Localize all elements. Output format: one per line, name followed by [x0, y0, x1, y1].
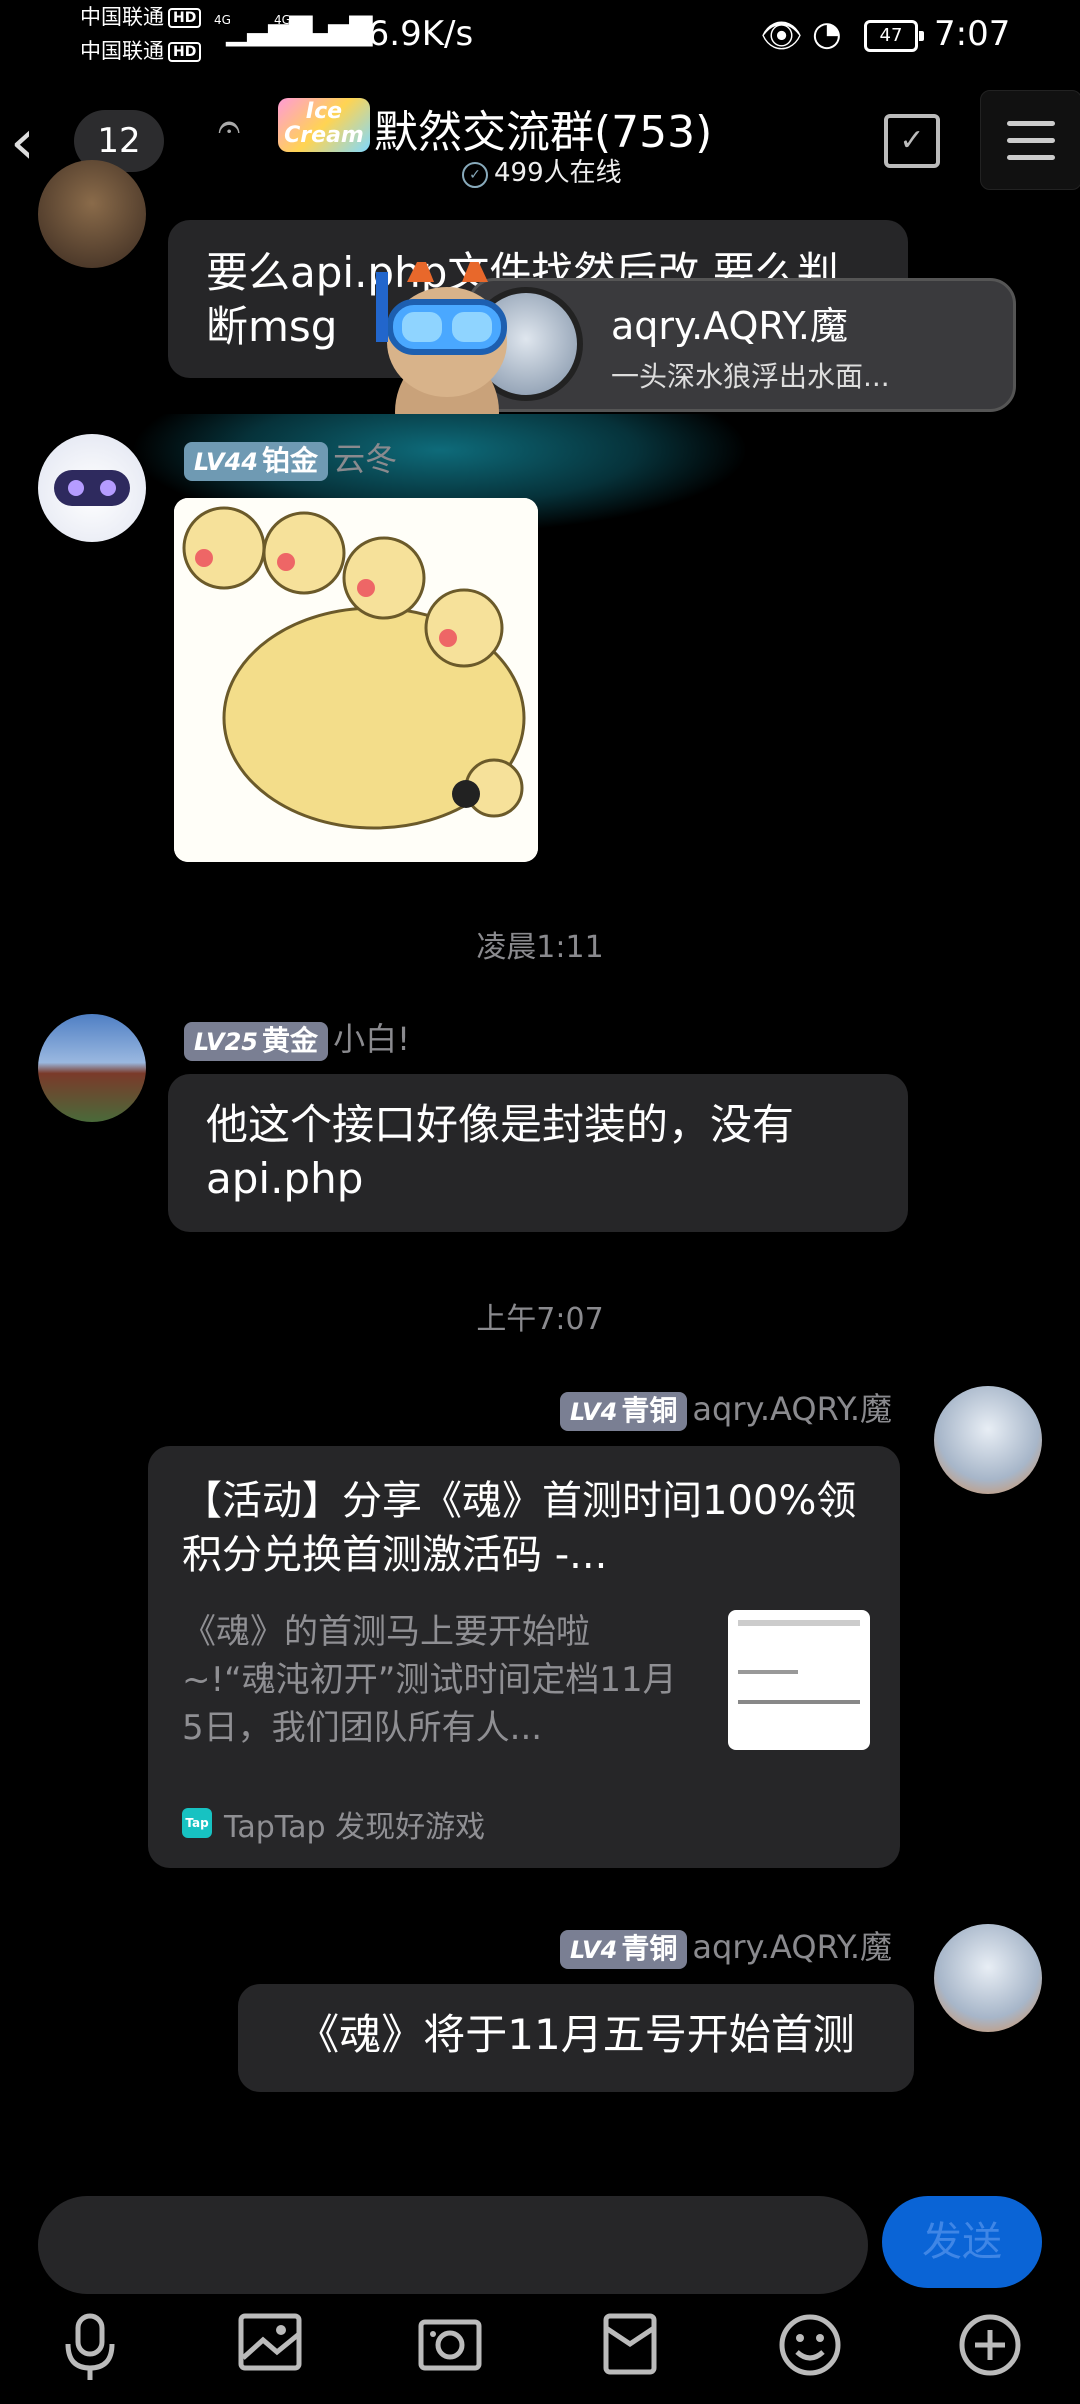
user-tag: LV25 黄金 小白!: [184, 1014, 410, 1061]
network-speed: 66.9K/s: [346, 14, 474, 54]
message-bubble[interactable]: 他这个接口好像是封装的，没有api.php: [168, 1074, 908, 1232]
red-packet-icon[interactable]: [590, 2312, 670, 2392]
ear-icon[interactable]: 𝄐: [218, 104, 240, 150]
send-button[interactable]: 发送: [882, 2196, 1042, 2288]
user-tag: LV4 青铜 aqry.AQRY.魔: [560, 1384, 892, 1431]
avatar[interactable]: [934, 1386, 1042, 1494]
camera-icon[interactable]: [410, 2312, 490, 2392]
nickname[interactable]: 小白!: [333, 1020, 410, 1058]
back-chevron-icon[interactable]: ‹: [10, 111, 35, 173]
clock: 7:07: [934, 14, 1011, 54]
taptap-icon: Tap: [182, 1808, 212, 1838]
level-badge: LV4 青铜: [560, 1392, 688, 1431]
message-text: 《魂》将于11月五号开始首测: [297, 2010, 855, 2059]
level-badge: LV25 黄金: [184, 1022, 328, 1061]
avatar[interactable]: [38, 160, 146, 268]
message-text: 他这个接口好像是封装的，没有api.php: [206, 1100, 795, 1203]
share-card[interactable]: 【活动】分享《魂》首测时间100%领积分兑换首测激活码 -... 《魂》的首测马…: [148, 1446, 900, 1868]
carrier-1: 中国联通 HD: [80, 4, 202, 30]
gauge-icon: ◔: [812, 14, 842, 54]
carrier-2: 中国联通 HD: [80, 38, 202, 64]
avatar[interactable]: [934, 1924, 1042, 2032]
user-tag: LV44 铂金 云冬: [184, 434, 397, 481]
online-check-icon: ✓: [462, 162, 488, 188]
card-description: 《魂》的首测马上要开始啦~!“魂沌初开”测试时间定档11月5日，我们团队所有人.…: [182, 1612, 677, 1748]
message-bubble[interactable]: 《魂》将于11月五号开始首测: [238, 1984, 914, 2092]
message-input[interactable]: [38, 2196, 868, 2294]
user-tag: LV4 青铜 aqry.AQRY.魔: [560, 1922, 892, 1969]
timestamp: 凌晨1:11: [476, 930, 604, 965]
calendar-check-icon[interactable]: ✓: [884, 114, 940, 168]
level-badge: LV44 铂金: [184, 442, 328, 481]
battery-icon: 47: [864, 20, 924, 52]
level-badge: LV4 青铜: [560, 1930, 688, 1969]
avatar[interactable]: [38, 1014, 146, 1122]
notification-popup[interactable]: aqry.AQRY.魔 一头深水狼浮出水面...: [468, 278, 1016, 412]
eye-icon: 👁: [760, 16, 804, 56]
emoji-icon[interactable]: [770, 2312, 850, 2392]
menu-icon[interactable]: [980, 90, 1080, 190]
online-count[interactable]: ✓ 499人在线: [462, 152, 622, 189]
mic-icon[interactable]: [50, 2312, 130, 2392]
nickname[interactable]: aqry.AQRY.魔: [692, 1390, 892, 1428]
notification-name: aqry.AQRY.魔: [611, 304, 848, 348]
notification-text: 一头深水狼浮出水面...: [611, 360, 890, 393]
avatar[interactable]: [38, 434, 146, 542]
card-thumbnail: [728, 1610, 870, 1750]
card-source: TapTap 发现好游戏: [224, 1810, 486, 1845]
nickname[interactable]: 云冬: [333, 440, 397, 478]
nickname[interactable]: aqry.AQRY.魔: [692, 1928, 892, 1966]
image-icon[interactable]: [230, 2312, 310, 2392]
group-title[interactable]: 默然交流群(753): [374, 96, 712, 160]
timestamp: 上午7:07: [476, 1302, 604, 1337]
image-message[interactable]: [174, 498, 538, 862]
group-logo: Ice Cream: [278, 98, 370, 152]
card-title: 【活动】分享《魂》首测时间100%领积分兑换首测激活码 -...: [182, 1478, 857, 1578]
plus-icon[interactable]: [950, 2312, 1030, 2392]
